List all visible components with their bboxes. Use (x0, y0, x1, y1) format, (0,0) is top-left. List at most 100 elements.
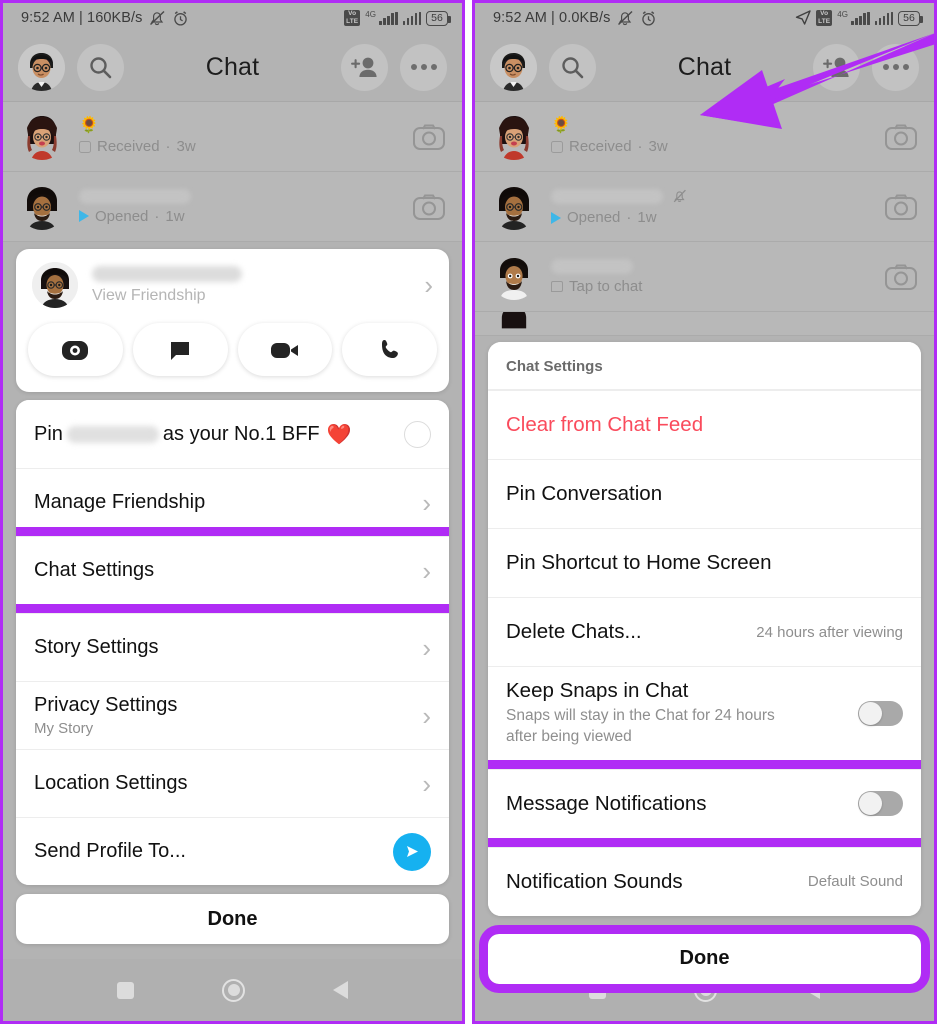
status-text: Tap to chat (569, 277, 643, 295)
pin-shortcut-row[interactable]: Pin Shortcut to Home Screen (488, 528, 921, 597)
search-button[interactable] (549, 43, 596, 91)
pin-conversation-label: Pin Conversation (506, 482, 663, 505)
circle-home-icon[interactable] (222, 978, 245, 1002)
search-button[interactable] (77, 43, 124, 91)
profile-avatar-button[interactable] (18, 43, 65, 91)
chat-row-status: Opened · 1w (551, 209, 870, 226)
delete-chats-row[interactable]: Delete Chats... 24 hours after viewing (488, 597, 921, 666)
page-title: Chat (677, 52, 732, 81)
chat-settings-label: Chat Settings (34, 559, 155, 581)
search-icon (562, 56, 584, 78)
camera-icon[interactable] (884, 192, 918, 222)
square-recents-icon[interactable] (589, 981, 606, 999)
square-outline-icon (79, 140, 91, 153)
camera-icon[interactable] (884, 262, 918, 292)
manage-friendship-row[interactable]: Manage Friendship › (16, 468, 449, 536)
volte-bottom: LTE (346, 17, 359, 25)
network-type-label: 4G (837, 10, 849, 19)
table-row[interactable]: Tap to chat (475, 242, 934, 312)
privacy-settings-row[interactable]: Privacy Settings My Story › (16, 681, 449, 749)
done-button[interactable]: Done (16, 894, 449, 944)
keep-snaps-text: Keep Snaps in Chat Snaps will stay in th… (506, 667, 806, 760)
status-dot: · (165, 138, 171, 155)
signal-bars-sim1 (851, 11, 870, 25)
status-bar-right: Vo LTE 4G 56 (344, 10, 451, 26)
keep-snaps-toggle[interactable] (858, 700, 903, 726)
volte-top: Vo (820, 10, 829, 17)
video-call-action-button[interactable] (237, 323, 333, 376)
camera-icon[interactable] (412, 192, 446, 222)
send-button[interactable] (393, 832, 431, 871)
friend-name-blurred (551, 188, 663, 204)
camera-icon[interactable] (884, 122, 918, 152)
friend-card-actions (16, 319, 449, 392)
bell-muted-icon (673, 189, 686, 203)
chat-header: Chat (475, 33, 934, 102)
search-icon (90, 56, 112, 78)
notification-sounds-row[interactable]: Notification Sounds Default Sound (488, 846, 921, 916)
more-options-button[interactable] (872, 43, 919, 91)
square-recents-icon[interactable] (117, 981, 134, 999)
voice-call-action-button[interactable] (342, 323, 437, 376)
view-friendship-row[interactable]: View Friendship › (16, 249, 449, 319)
clear-from-chat-feed-row[interactable]: Clear from Chat Feed (488, 390, 921, 459)
page-title: Chat (205, 52, 260, 81)
bitmoji-avatar-icon (27, 186, 57, 230)
pin-label-prefix: Pin (34, 422, 63, 445)
bitmoji-avatar-icon (18, 43, 65, 91)
table-row[interactable]: 🌻 Received · 3w (475, 102, 934, 172)
location-arrow-icon (795, 10, 811, 25)
chat-settings-row[interactable]: Chat Settings › (16, 527, 449, 613)
triangle-back-icon[interactable] (333, 981, 348, 999)
message-notifications-label: Message Notifications (506, 791, 707, 815)
chevron-right-icon: › (422, 700, 431, 731)
add-friend-button[interactable] (341, 43, 388, 91)
sent-triangle-icon (551, 211, 561, 224)
time-and-data-speed: 9:52 AM | 0.0KB/s (493, 10, 611, 26)
send-arrow-icon (406, 846, 418, 857)
location-settings-row[interactable]: Location Settings › (16, 749, 449, 817)
delete-chats-value: 24 hours after viewing (756, 623, 903, 641)
status-text: Opened (95, 207, 149, 225)
keep-snaps-row[interactable]: Keep Snaps in Chat Snaps will stay in th… (488, 666, 921, 760)
pin-bff-row[interactable]: Pin as your No.1 BFF ❤️ (16, 400, 449, 468)
chat-header: Chat (3, 33, 462, 102)
chat-row-content: Opened · 1w (79, 188, 398, 225)
profile-avatar-button[interactable] (490, 43, 537, 91)
right-phone-panel: 9:52 AM | 0.0KB/s Vo LTE 4G 56 Chat 🌻 Re… (472, 0, 937, 1024)
camera-action-button[interactable] (28, 323, 123, 376)
table-row[interactable]: Opened · 1w (3, 172, 462, 242)
video-camera-icon (270, 342, 298, 358)
chevron-right-icon: › (422, 632, 431, 663)
square-outline-icon (551, 140, 563, 153)
pin-conversation-row[interactable]: Pin Conversation (488, 459, 921, 528)
more-options-button[interactable] (400, 43, 447, 91)
privacy-settings-text: Privacy Settings My Story (34, 694, 177, 737)
send-profile-row[interactable]: Send Profile To... (16, 817, 449, 885)
keep-snaps-label: Keep Snaps in Chat (506, 679, 689, 702)
table-row[interactable]: 🌻 Received · 3w (3, 102, 462, 172)
status-text: Received (569, 138, 632, 155)
privacy-settings-label: Privacy Settings (34, 694, 178, 716)
radio-circle-icon[interactable] (404, 420, 431, 448)
message-notifications-row[interactable]: Message Notifications (488, 759, 921, 847)
phone-icon (381, 339, 398, 358)
keep-snaps-description: Snaps will stay in the Chat for 24 hours… (506, 707, 775, 745)
done-button[interactable]: Done (479, 924, 930, 993)
message-notifications-toggle[interactable] (858, 791, 903, 817)
bitmoji-avatar-icon (500, 257, 528, 300)
table-row[interactable]: Opened · 1w (475, 172, 934, 242)
story-settings-row[interactable]: Story Settings › (16, 613, 449, 681)
friend-emoji: 🌻 (551, 117, 571, 134)
pin-bff-label: Pin as your No.1 BFF ❤️ (34, 422, 352, 447)
chat-row-content: Tap to chat (551, 258, 870, 295)
camera-icon[interactable] (412, 122, 446, 152)
friend-action-card: View Friendship › (16, 249, 449, 392)
table-row[interactable] (475, 312, 934, 336)
chat-settings-sheet-title: Chat Settings (488, 342, 921, 390)
friendship-settings-card: Pin as your No.1 BFF ❤️ Manage Friendshi… (16, 400, 449, 885)
chat-action-button[interactable] (132, 323, 228, 376)
add-friend-button[interactable] (813, 43, 860, 91)
avatar (491, 114, 537, 160)
avatar (32, 262, 78, 308)
